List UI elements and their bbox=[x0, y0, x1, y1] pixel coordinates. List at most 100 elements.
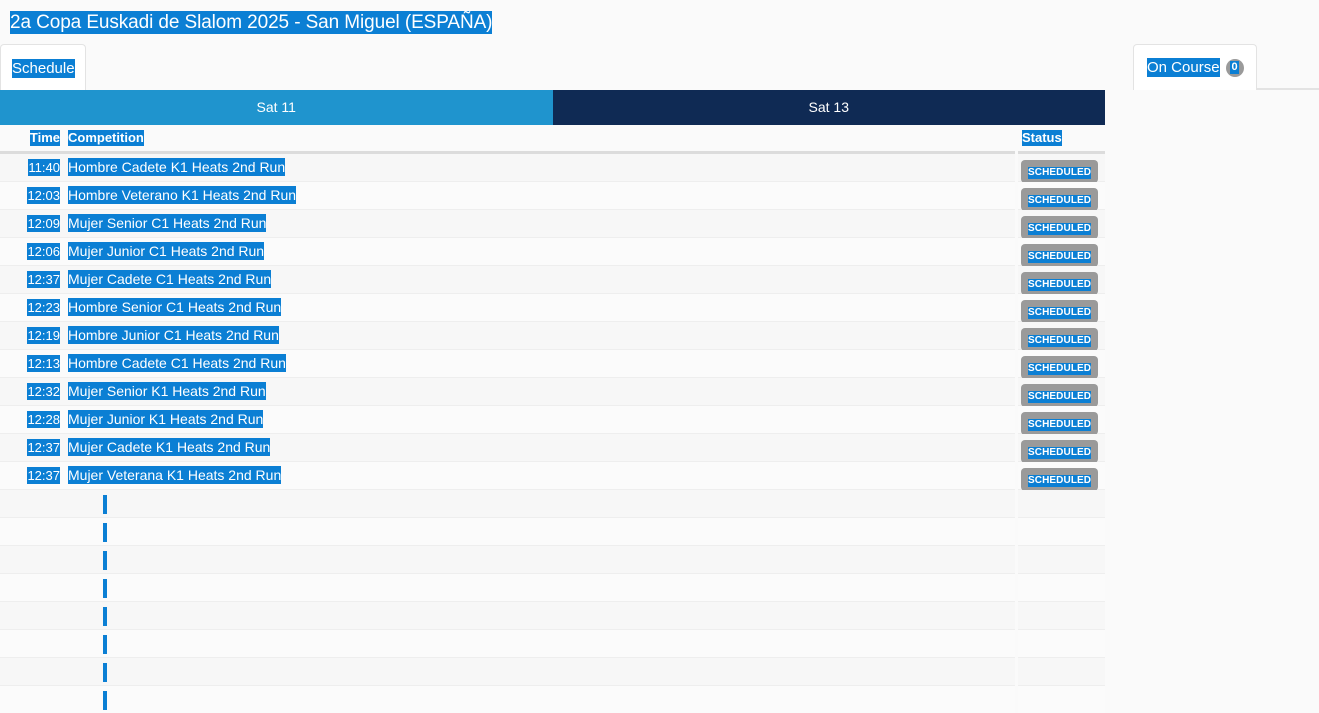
cell-competition: Mujer Cadete K1 Heats 2nd Run bbox=[64, 434, 1015, 462]
status-badge: SCHEDULED bbox=[1021, 412, 1099, 435]
cell-status: SCHEDULED bbox=[1018, 210, 1105, 239]
oncourse-tabstrip: On Course 0 bbox=[1133, 44, 1319, 90]
header-cell-time[interactable]: Time bbox=[0, 125, 64, 154]
column-header-competition: Competition bbox=[68, 130, 144, 146]
table-header-row: Time Competition Status bbox=[0, 125, 1105, 154]
time-value: 12:03 bbox=[27, 187, 60, 204]
selection-caret-icon bbox=[103, 523, 107, 542]
cell-status bbox=[1018, 686, 1105, 713]
schedule-table: Time Competition Status 11:40 Hombre Cade… bbox=[0, 125, 1105, 713]
time-value: 12:32 bbox=[27, 383, 60, 400]
table-row[interactable]: 11:40 Hombre Cadete K1 Heats 2nd Run SCHED… bbox=[0, 154, 1105, 183]
cell-competition bbox=[64, 490, 1015, 518]
status-badge-label: SCHEDULED bbox=[1028, 251, 1092, 263]
cell-status bbox=[1018, 630, 1105, 658]
schedule-page: 2a Copa Euskadi de Slalom 2025 - San Mig… bbox=[0, 0, 1319, 713]
time-value: 12:28 bbox=[27, 411, 60, 428]
competition-value: Hombre Veterano K1 Heats 2nd Run bbox=[68, 186, 297, 204]
competition-value: Hombre Cadete C1 Heats 2nd Run bbox=[68, 354, 286, 372]
table-row[interactable] bbox=[0, 630, 1105, 658]
selection-caret-icon bbox=[103, 691, 107, 710]
table-row[interactable]: 12:37 Mujer Cadete K1 Heats 2nd Run SCHEDU… bbox=[0, 434, 1105, 463]
header-cell-status[interactable]: Status bbox=[1018, 125, 1105, 154]
time-value: 12:37 bbox=[27, 439, 60, 456]
table-row[interactable]: 12:13 Hombre Cadete C1 Heats 2nd Run SCHED… bbox=[0, 350, 1105, 379]
cell-competition bbox=[64, 602, 1015, 630]
time-value: 12:23 bbox=[27, 299, 60, 316]
table-row[interactable] bbox=[0, 518, 1105, 546]
cell-competition bbox=[64, 658, 1015, 686]
cell-time: 12:37 bbox=[0, 266, 64, 294]
cell-status: SCHEDULED bbox=[1018, 322, 1105, 351]
header-cell-competition[interactable]: Competition bbox=[64, 125, 1015, 154]
cell-time: 12:03 bbox=[0, 182, 64, 210]
status-badge-label: SCHEDULED bbox=[1028, 335, 1092, 347]
cell-time bbox=[0, 602, 64, 630]
competition-value: Mujer Cadete C1 Heats 2nd Run bbox=[68, 270, 272, 288]
table-row[interactable]: 12:28 Mujer Junior K1 Heats 2nd Run SCHEDU… bbox=[0, 406, 1105, 435]
time-value: 12:06 bbox=[27, 243, 60, 260]
competition-value: Mujer Senior C1 Heats 2nd Run bbox=[68, 214, 267, 232]
table-body: 11:40 Hombre Cadete K1 Heats 2nd Run SCHED… bbox=[0, 154, 1105, 713]
competition-value: Mujer Cadete K1 Heats 2nd Run bbox=[68, 438, 271, 456]
competition-value: Hombre Junior C1 Heats 2nd Run bbox=[68, 326, 279, 344]
status-badge: SCHEDULED bbox=[1021, 328, 1099, 351]
status-badge: SCHEDULED bbox=[1021, 440, 1099, 463]
status-badge-label: SCHEDULED bbox=[1028, 363, 1092, 375]
cell-competition: Mujer Senior C1 Heats 2nd Run bbox=[64, 210, 1015, 238]
tab-schedule-label: Schedule bbox=[12, 59, 75, 78]
table-row[interactable] bbox=[0, 490, 1105, 518]
page-title: 2a Copa Euskadi de Slalom 2025 - San Mig… bbox=[10, 11, 493, 34]
cell-status bbox=[1018, 574, 1105, 602]
day-tab-sat-13[interactable]: Sat 13 bbox=[552, 90, 1105, 125]
competition-value: Mujer Junior C1 Heats 2nd Run bbox=[68, 242, 265, 260]
cell-time bbox=[0, 686, 64, 713]
table-row[interactable]: 12:37 Mujer Veterana K1 Heats 2nd Run SCHE… bbox=[0, 462, 1105, 491]
table-row[interactable] bbox=[0, 658, 1105, 686]
status-badge-label: SCHEDULED bbox=[1028, 307, 1092, 319]
table-row[interactable] bbox=[0, 602, 1105, 630]
cell-status: SCHEDULED bbox=[1018, 462, 1105, 491]
time-value: 12:19 bbox=[27, 327, 60, 344]
table-row[interactable]: 12:23 Hombre Senior C1 Heats 2nd Run SCHED… bbox=[0, 294, 1105, 323]
cell-time bbox=[0, 630, 64, 658]
cell-time: 12:09 bbox=[0, 210, 64, 238]
cell-time: 12:06 bbox=[0, 238, 64, 266]
table-row[interactable] bbox=[0, 686, 1105, 713]
day-tab-sat-11[interactable]: Sat 11 bbox=[0, 90, 553, 125]
cell-time: 12:28 bbox=[0, 406, 64, 434]
cell-competition: Hombre Cadete K1 Heats 2nd Run bbox=[64, 154, 1015, 182]
cell-competition: Hombre Senior C1 Heats 2nd Run bbox=[64, 294, 1015, 322]
cell-competition: Hombre Veterano K1 Heats 2nd Run bbox=[64, 182, 1015, 210]
table-row[interactable]: 12:06 Mujer Junior C1 Heats 2nd Run SCHEDU… bbox=[0, 238, 1105, 267]
cell-time: 11:40 bbox=[0, 154, 64, 182]
time-value: 11:40 bbox=[28, 159, 60, 176]
cell-time bbox=[0, 518, 64, 546]
competition-value: Hombre Cadete K1 Heats 2nd Run bbox=[68, 158, 286, 176]
table-row[interactable] bbox=[0, 574, 1105, 602]
column-header-time: Time bbox=[29, 130, 60, 146]
tab-on-course[interactable]: On Course 0 bbox=[1133, 44, 1257, 90]
table-row[interactable] bbox=[0, 546, 1105, 574]
title-bar: 2a Copa Euskadi de Slalom 2025 - San Mig… bbox=[0, 0, 1105, 44]
cell-competition: Mujer Veterana K1 Heats 2nd Run bbox=[64, 462, 1015, 490]
time-value: 12:37 bbox=[27, 467, 60, 484]
main-tabstrip: Schedule bbox=[0, 44, 1105, 90]
cell-status bbox=[1018, 518, 1105, 546]
status-badge: SCHEDULED bbox=[1021, 216, 1099, 239]
table-row[interactable]: 12:37 Mujer Cadete C1 Heats 2nd Run SCHEDU… bbox=[0, 266, 1105, 295]
day-tabs: Sat 11 Sat 13 bbox=[0, 90, 1105, 125]
tab-schedule[interactable]: Schedule bbox=[0, 44, 86, 90]
table-row[interactable]: 12:09 Mujer Senior C1 Heats 2nd Run SCHEDU… bbox=[0, 210, 1105, 239]
selection-caret-icon bbox=[103, 495, 107, 514]
table-row[interactable]: 12:03 Hombre Veterano K1 Heats 2nd Run SCH… bbox=[0, 182, 1105, 211]
cell-competition bbox=[64, 574, 1015, 602]
cell-competition: Hombre Cadete C1 Heats 2nd Run bbox=[64, 350, 1015, 378]
time-value: 12:37 bbox=[27, 271, 60, 288]
table-row[interactable]: 12:32 Mujer Senior K1 Heats 2nd Run SCHEDU… bbox=[0, 378, 1105, 407]
time-value: 12:09 bbox=[27, 215, 60, 232]
table-row[interactable]: 12:19 Hombre Junior C1 Heats 2nd Run SCHED… bbox=[0, 322, 1105, 351]
competition-value: Mujer Veterana K1 Heats 2nd Run bbox=[68, 466, 282, 484]
status-badge: SCHEDULED bbox=[1021, 356, 1099, 379]
time-value: 12:13 bbox=[27, 355, 60, 372]
